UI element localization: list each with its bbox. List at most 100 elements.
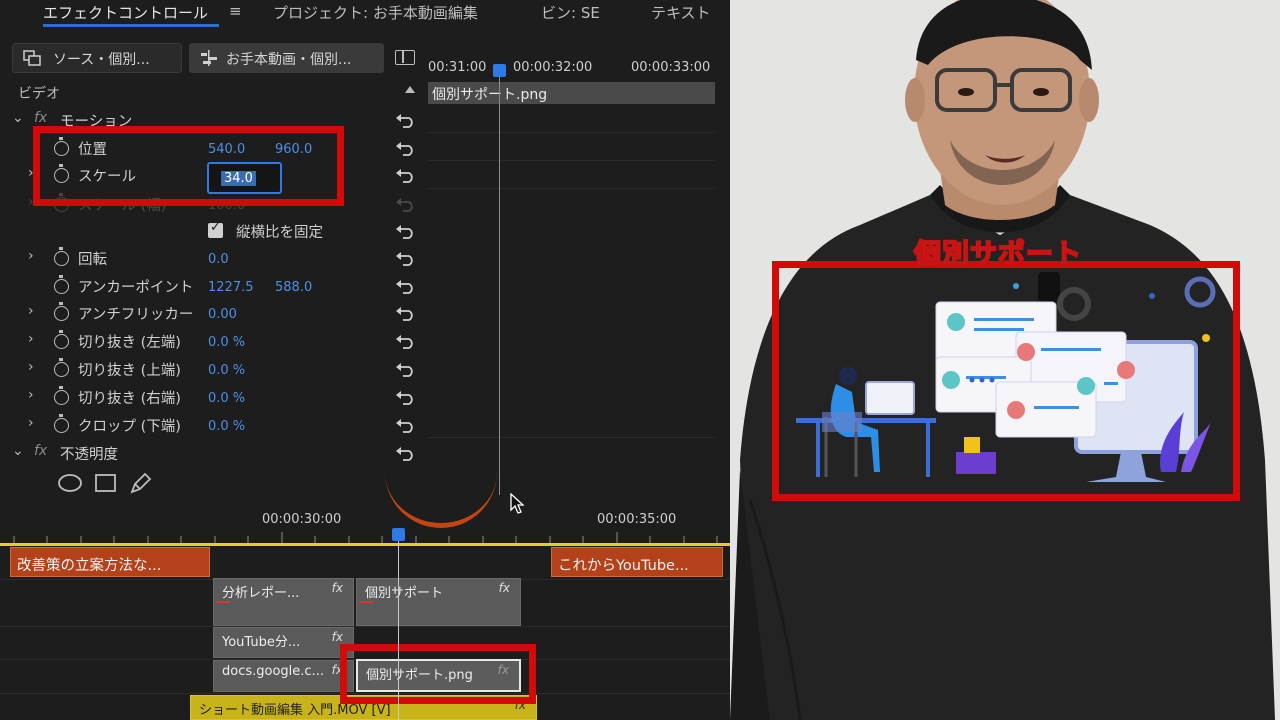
program-monitor-preview <box>730 0 1280 720</box>
effect-timeline-clip[interactable]: 個別サポート.png <box>428 82 715 104</box>
uniform-scale-label: 縦横比を固定 <box>236 225 323 241</box>
sequence-clip-selector[interactable]: お手本動画・個別... <box>189 43 384 73</box>
row-separator <box>428 132 715 133</box>
timeline-clip[interactable]: 分析レポー... fx <box>213 578 354 626</box>
toggle-timeline-view-icon[interactable] <box>395 50 415 65</box>
reset-icon[interactable] <box>395 445 417 461</box>
rotation-value[interactable]: 0.0 <box>208 252 229 267</box>
timeline-clip[interactable]: 個別サポート fx <box>356 578 521 626</box>
tab-text[interactable]: テキスト <box>651 2 711 23</box>
clip-marker <box>216 601 230 603</box>
crop-top-value[interactable]: 0.0 % <box>208 363 245 378</box>
stopwatch-icon[interactable] <box>54 330 69 349</box>
opacity-effect-header[interactable]: ⌄ fx 不透明度 <box>0 440 425 467</box>
anchor-y-value[interactable]: 588.0 <box>275 280 312 295</box>
antiflicker-value[interactable]: 0.00 <box>208 307 237 322</box>
crop-right-row: › 切り抜き (右端) 0.0 % <box>0 384 425 411</box>
collapse-chevron-icon[interactable]: ⌄ <box>12 443 24 459</box>
active-tab-indicator <box>43 24 219 27</box>
highlight-box-illustration <box>772 261 1240 501</box>
effect-playhead-handle[interactable] <box>493 64 506 77</box>
crop-left-value[interactable]: 0.0 % <box>208 335 245 350</box>
pen-mask-icon[interactable] <box>130 472 152 494</box>
rectangle-mask-icon[interactable] <box>95 474 116 492</box>
reset-icon[interactable] <box>395 140 417 156</box>
anchor-x-value[interactable]: 1227.5 <box>208 280 254 295</box>
expand-chevron-icon[interactable]: › <box>28 303 34 319</box>
uniform-scale-row: 縦横比を固定 <box>0 218 425 245</box>
crop-left-label: 切り抜き (左端) <box>78 335 181 351</box>
stopwatch-icon[interactable] <box>54 302 69 321</box>
fx-badge: fx <box>498 581 510 595</box>
editor-panel: エフェクトコントロール ≡ プロジェクト: お手本動画編集 ビン: SE テキス… <box>0 0 730 720</box>
fx-badge: fx <box>331 630 343 644</box>
rotation-row: › 回転 0.0 <box>0 245 425 272</box>
reset-icon[interactable] <box>395 278 417 294</box>
tab-effect-controls[interactable]: エフェクトコントロール <box>43 2 208 23</box>
panel-menu-icon[interactable]: ≡ <box>229 2 242 20</box>
stopwatch-icon[interactable] <box>54 275 69 294</box>
reset-icon[interactable] <box>395 361 417 377</box>
stopwatch-icon[interactable] <box>54 247 69 266</box>
row-separator <box>428 160 715 161</box>
source-clip-icon <box>23 50 41 66</box>
stopwatch-icon[interactable] <box>54 414 69 433</box>
clip-label: ショート動画編集 入門.MOV [V] <box>199 703 391 718</box>
time-label: 00:00:32:00 <box>513 60 593 75</box>
crop-left-row: › 切り抜き (左端) 0.0 % <box>0 328 425 355</box>
reset-icon[interactable] <box>395 305 417 321</box>
row-separator <box>428 188 715 189</box>
reset-icon[interactable] <box>395 112 417 128</box>
expand-chevron-icon[interactable]: › <box>28 359 34 375</box>
stopwatch-icon[interactable] <box>54 386 69 405</box>
crop-bottom-value[interactable]: 0.0 % <box>208 419 245 434</box>
track-divider <box>0 626 730 627</box>
reset-icon[interactable] <box>395 250 417 266</box>
crop-right-value[interactable]: 0.0 % <box>208 391 245 406</box>
source-clip-selector[interactable]: ソース・個別... <box>12 43 182 73</box>
tab-project[interactable]: プロジェクト: お手本動画編集 <box>273 2 478 23</box>
reset-icon[interactable] <box>395 223 417 239</box>
reset-icon[interactable] <box>395 417 417 433</box>
timeline-playhead-handle[interactable] <box>392 528 405 541</box>
expand-chevron-icon[interactable]: › <box>28 248 34 264</box>
effect-playhead-line <box>499 70 500 495</box>
uniform-scale-checkbox[interactable] <box>208 220 223 238</box>
expand-chevron-icon[interactable]: › <box>28 415 34 431</box>
fx-icon[interactable]: fx <box>34 443 47 459</box>
scroll-up-icon[interactable] <box>405 86 415 93</box>
antiflicker-label: アンチフリッカー <box>78 307 194 323</box>
stopwatch-icon[interactable] <box>54 358 69 377</box>
clip-label: 個別サポート <box>365 586 444 601</box>
reset-icon[interactable] <box>395 389 417 405</box>
clip-label: 分析レポー... <box>222 586 300 601</box>
collapse-chevron-icon[interactable]: ⌄ <box>12 110 24 126</box>
anchor-point-row: アンカーポイント 1227.5 588.0 <box>0 273 425 300</box>
timeline-clip[interactable]: YouTube分... fx <box>213 627 354 658</box>
mask-tools <box>58 472 152 494</box>
anchor-point-label: アンカーポイント <box>78 280 194 296</box>
antiflicker-row: › アンチフリッカー 0.00 <box>0 300 425 327</box>
effect-timeline-ruler[interactable]: 00:31:00 00:00:32:00 00:00:33:00 <box>428 56 715 80</box>
reset-icon[interactable] <box>395 167 417 183</box>
expand-chevron-icon[interactable]: › <box>28 387 34 403</box>
timeline-time-label: 00:00:30:00 <box>262 512 342 527</box>
tab-bin[interactable]: ビン: SE <box>541 2 600 23</box>
fx-icon[interactable]: fx <box>34 110 47 126</box>
effect-controls-timeline <box>428 56 715 496</box>
caption-clip[interactable]: 改善策の立案方法な... <box>10 547 210 577</box>
opacity-label: 不透明度 <box>60 447 118 463</box>
expand-chevron-icon[interactable]: › <box>28 331 34 347</box>
caption-clip[interactable]: これからYouTube... <box>551 547 723 577</box>
fx-badge: fx <box>331 581 343 595</box>
ellipse-mask-icon[interactable] <box>58 474 82 492</box>
clip-label: YouTube分... <box>222 635 301 650</box>
reset-icon[interactable] <box>395 333 417 349</box>
highlight-box-clip <box>340 644 536 704</box>
crop-bottom-label: クロップ (下端) <box>78 419 181 435</box>
timeline-playhead-line <box>398 530 399 720</box>
sequence-clip-label: お手本動画・個別... <box>226 52 352 68</box>
work-area-bar[interactable] <box>0 543 730 546</box>
row-separator <box>428 437 715 438</box>
timeline-clip[interactable]: docs.google.c... fx <box>213 660 354 692</box>
